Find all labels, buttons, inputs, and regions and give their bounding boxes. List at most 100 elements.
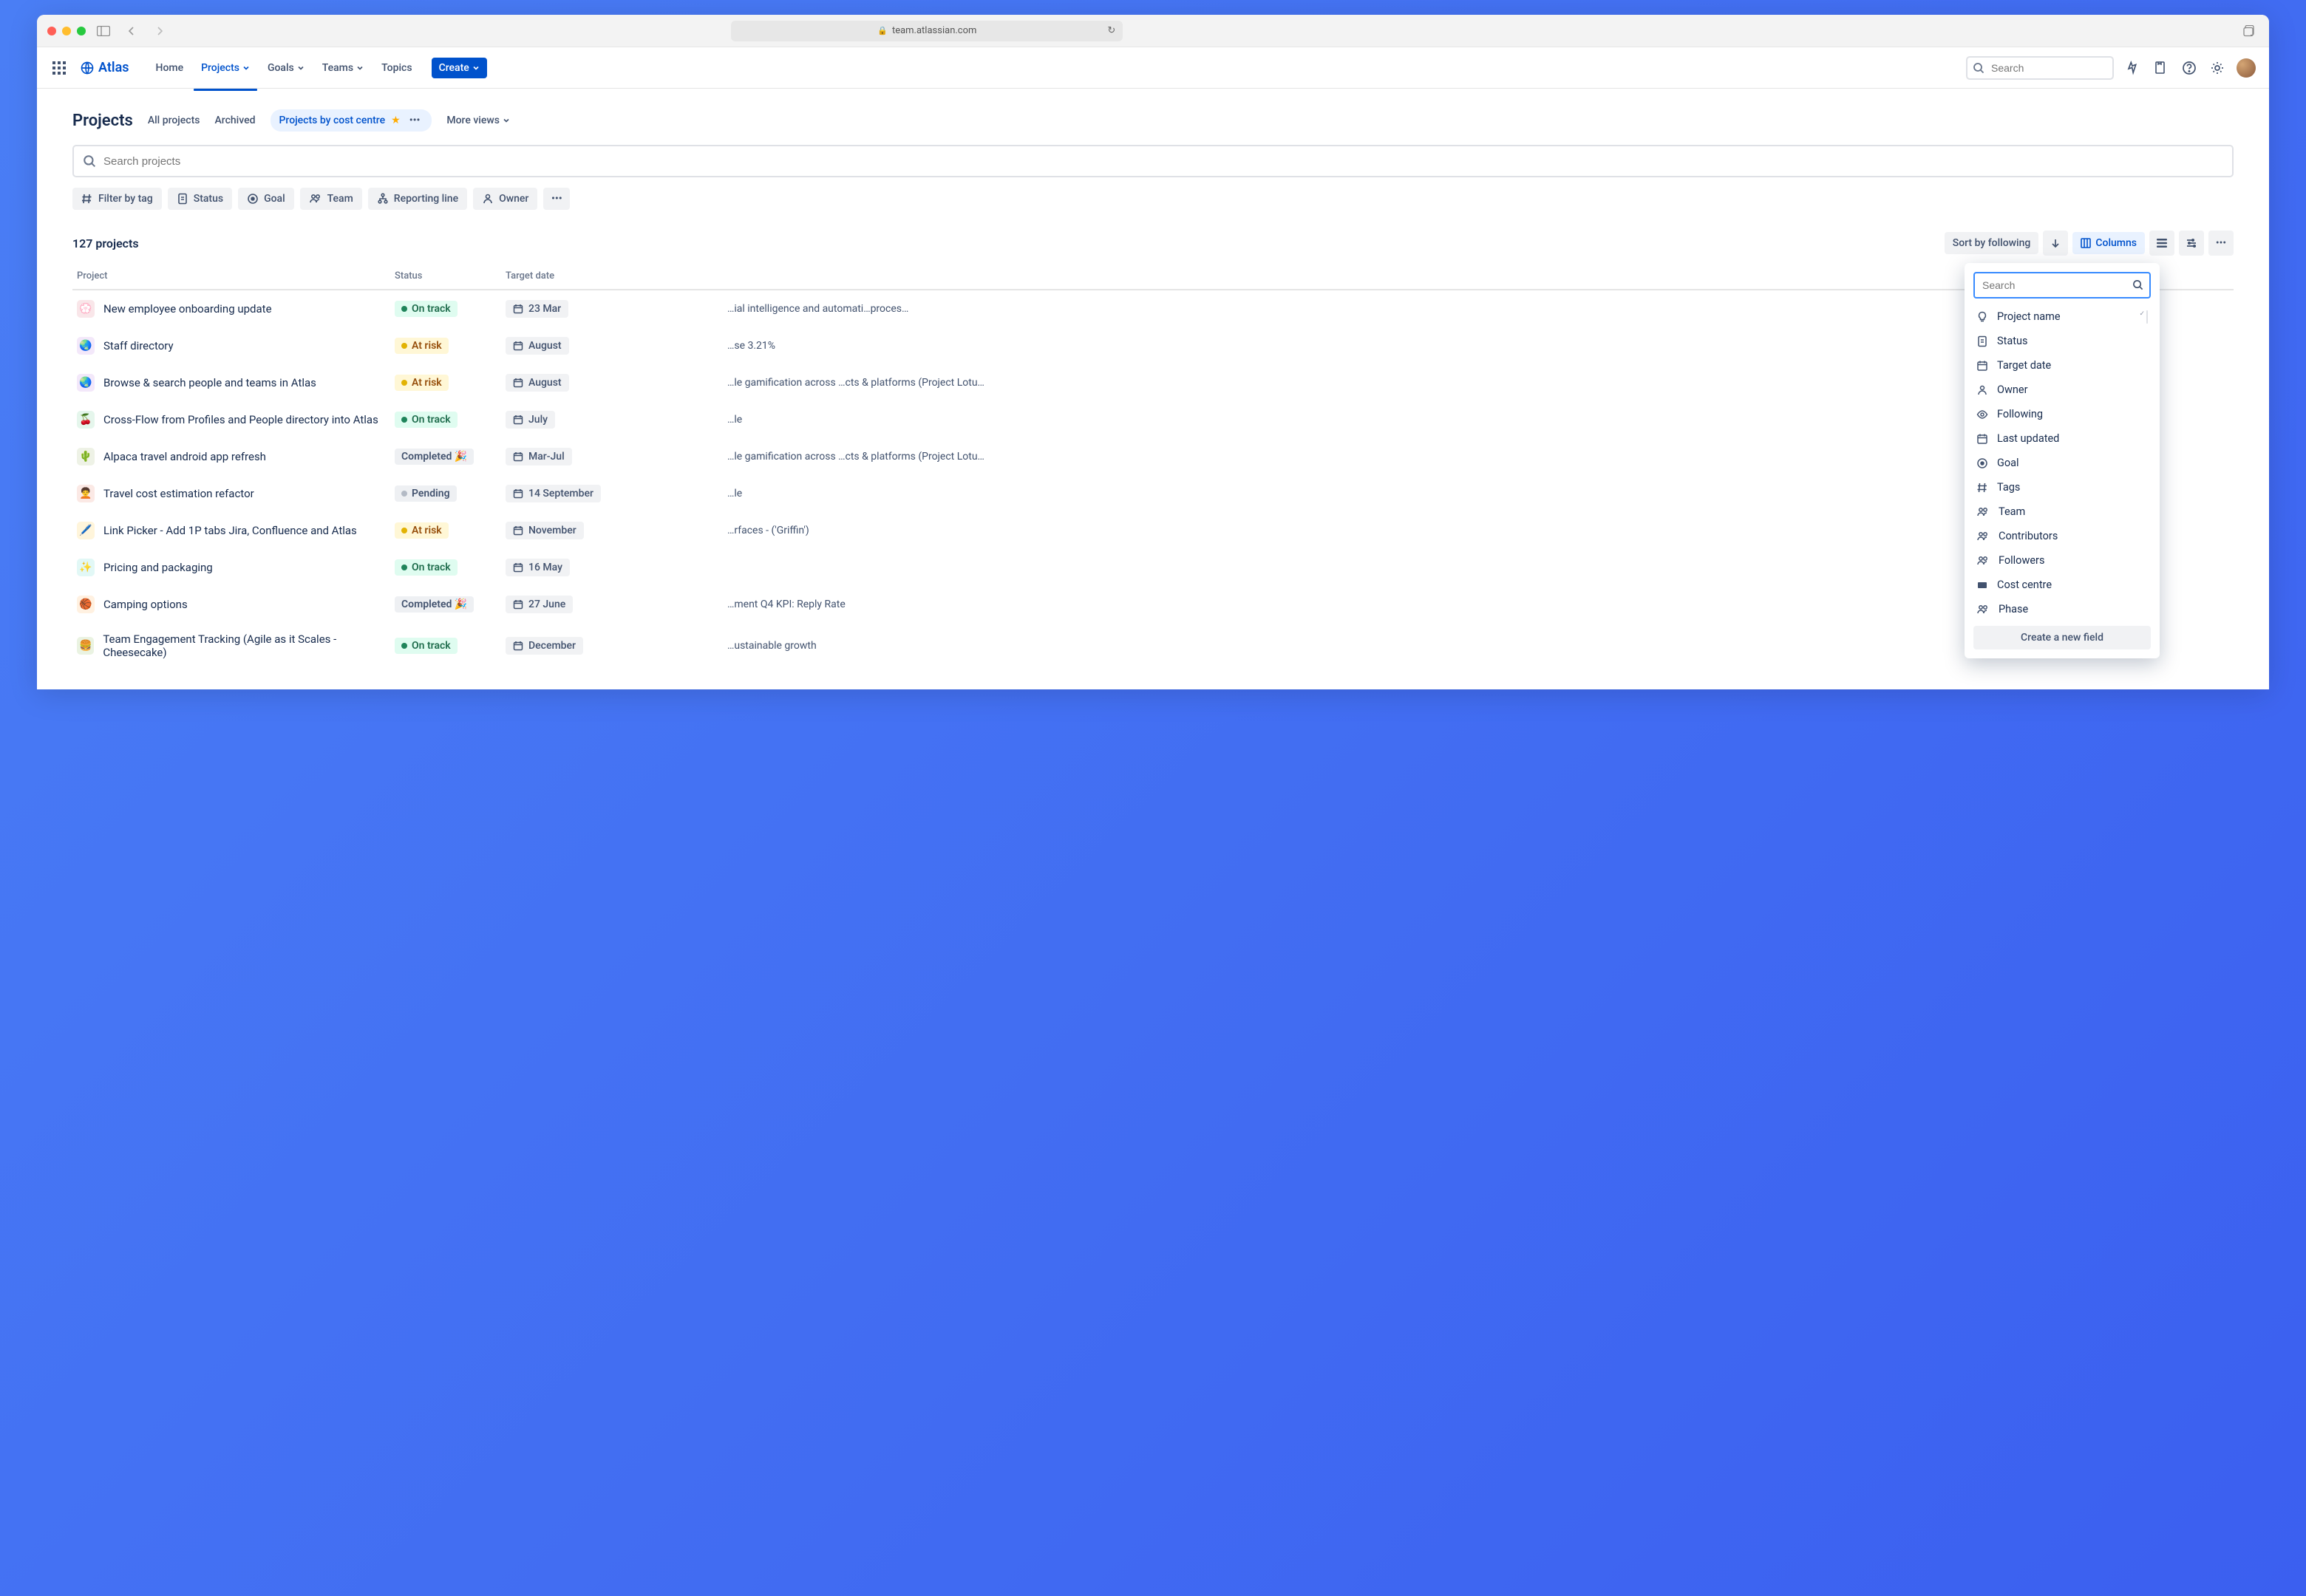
- column-option[interactable]: Phase✕: [1973, 597, 2151, 621]
- target-date: November: [506, 522, 584, 539]
- table-row[interactable]: 🍔Team Engagement Tracking (Agile as it S…: [72, 623, 2234, 669]
- project-name: Link Picker - Add 1P tabs Jira, Confluen…: [103, 524, 357, 537]
- col-project[interactable]: Project: [77, 270, 395, 282]
- target-date: July: [506, 411, 555, 429]
- chevron-down-icon: [297, 64, 305, 72]
- nav-teams[interactable]: Teams: [315, 58, 371, 78]
- column-option[interactable]: Goal✓: [1973, 451, 2151, 475]
- project-icon: 🌏: [77, 374, 95, 392]
- table-row[interactable]: 🍒Cross-Flow from Profiles and People dir…: [72, 401, 2234, 438]
- column-option[interactable]: Target date✓: [1973, 353, 2151, 378]
- bulb-icon: [1976, 311, 1988, 323]
- table-row[interactable]: 🌏Staff directoryAt riskAugust…se 3.21%: [72, 327, 2234, 364]
- address-bar[interactable]: 🔒 team.atlassian.com ↻: [731, 21, 1123, 41]
- columns-search-input[interactable]: [1973, 272, 2151, 299]
- cal-icon: [1976, 360, 1988, 372]
- table-row[interactable]: ✨Pricing and packagingOn track16 May: [72, 549, 2234, 586]
- target-date: 23 Mar: [506, 300, 568, 318]
- filter-reporting[interactable]: Reporting line: [368, 188, 467, 210]
- sidebar-toggle-icon[interactable]: [93, 22, 114, 40]
- notifications-icon[interactable]: [2124, 59, 2142, 77]
- status-chip: On track: [395, 412, 458, 428]
- more-actions-button[interactable]: •••: [2208, 231, 2234, 256]
- project-icon: 🍒: [77, 411, 95, 429]
- bookmark-icon[interactable]: [2152, 59, 2170, 77]
- filter-owner[interactable]: Owner: [473, 188, 537, 210]
- status-chip: Pending: [395, 485, 457, 502]
- col-target[interactable]: Target date: [506, 270, 727, 282]
- filter-team[interactable]: Team: [300, 188, 362, 210]
- column-option[interactable]: Cost centre✓: [1973, 573, 2151, 597]
- sort-direction-button[interactable]: [2043, 231, 2068, 256]
- filter-status[interactable]: Status: [168, 188, 232, 210]
- app-switcher-icon[interactable]: [50, 59, 68, 77]
- list-view-button[interactable]: [2149, 231, 2174, 256]
- status-icon: [1976, 335, 1988, 347]
- column-option[interactable]: Tags✕: [1973, 475, 2151, 499]
- column-option[interactable]: Project name: [1973, 304, 2151, 329]
- url-text: team.atlassian.com: [892, 25, 976, 36]
- tab-archived[interactable]: Archived: [214, 115, 255, 126]
- column-option[interactable]: Team✕: [1973, 499, 2151, 524]
- table-row[interactable]: 🌵Alpaca travel android app refreshComple…: [72, 438, 2234, 475]
- more-views-dropdown[interactable]: More views: [446, 115, 510, 126]
- global-search[interactable]: [1966, 56, 2114, 80]
- column-option[interactable]: Following✕: [1973, 402, 2151, 426]
- columns-button[interactable]: Columns: [2072, 232, 2145, 254]
- column-label: Project name: [1997, 310, 2061, 323]
- column-label: Cost centre: [1997, 579, 2052, 591]
- filter-more[interactable]: •••: [543, 188, 570, 210]
- view-more-icon[interactable]: •••: [407, 113, 424, 128]
- cost-icon: [1976, 579, 1988, 591]
- column-option[interactable]: Followers✕: [1973, 548, 2151, 573]
- column-option[interactable]: Status✓: [1973, 329, 2151, 353]
- project-name: Team Engagement Tracking (Agile as it Sc…: [103, 632, 395, 659]
- table-row[interactable]: 🏀Camping optionsCompleted 🎉27 June…ment …: [72, 586, 2234, 623]
- chevron-down-icon: [356, 64, 364, 72]
- table-row[interactable]: 🧑‍🦱Travel cost estimation refactorPendin…: [72, 475, 2234, 512]
- chevron-down-icon: [242, 64, 250, 72]
- tab-all-projects[interactable]: All projects: [148, 115, 200, 126]
- table-row[interactable]: 🖊️ Link Picker - Add 1P tabs Jira, Conflu…: [72, 512, 2234, 549]
- back-icon[interactable]: [121, 22, 142, 40]
- help-icon[interactable]: [2180, 59, 2198, 77]
- column-label: Followers: [1999, 554, 2044, 567]
- timeline-view-button[interactable]: [2179, 231, 2204, 256]
- target-date: August: [506, 337, 569, 355]
- nav-goals[interactable]: Goals: [260, 58, 312, 78]
- table-row[interactable]: 💮New employee onboarding updateOn track2…: [72, 290, 2234, 327]
- project-icon: 🖊️: [77, 522, 95, 539]
- app-name: Atlas: [98, 60, 129, 75]
- column-option[interactable]: Owner✕: [1973, 378, 2151, 402]
- arrow-down-icon: [2050, 238, 2061, 248]
- nav-projects[interactable]: Projects: [194, 58, 257, 78]
- column-option[interactable]: Contributors✕: [1973, 524, 2151, 548]
- filter-tag[interactable]: Filter by tag: [72, 188, 162, 210]
- team-icon: [1976, 506, 1990, 518]
- nav-topics[interactable]: Topics: [374, 58, 419, 78]
- user-avatar[interactable]: [2237, 58, 2256, 78]
- create-field-button[interactable]: Create a new field: [1973, 626, 2151, 649]
- table-row[interactable]: 🌏Browse & search people and teams in Atl…: [72, 364, 2234, 401]
- tab-saved-view[interactable]: Projects by cost centre ★ •••: [271, 109, 432, 132]
- forward-icon[interactable]: [149, 22, 170, 40]
- column-option[interactable]: Last updated✕: [1973, 426, 2151, 451]
- reload-icon[interactable]: ↻: [1107, 25, 1115, 36]
- column-label: Contributors: [1999, 530, 2058, 542]
- filter-goal[interactable]: Goal: [238, 188, 294, 210]
- search-icon: [83, 154, 96, 168]
- page-title: Projects: [72, 112, 133, 130]
- window-controls[interactable]: [47, 27, 86, 35]
- settings-icon[interactable]: [2208, 59, 2226, 77]
- app-logo[interactable]: Atlas: [80, 60, 129, 75]
- col-status[interactable]: Status: [395, 270, 506, 282]
- tabs-icon[interactable]: [2238, 22, 2259, 40]
- goal-icon: [247, 193, 259, 205]
- project-icon: ✨: [77, 559, 95, 576]
- eye-icon: [1976, 409, 1988, 420]
- nav-home[interactable]: Home: [149, 58, 191, 78]
- user-icon: [482, 193, 494, 205]
- create-button[interactable]: Create: [432, 58, 487, 78]
- sort-button[interactable]: Sort by following: [1945, 232, 2039, 254]
- project-search[interactable]: [72, 145, 2234, 177]
